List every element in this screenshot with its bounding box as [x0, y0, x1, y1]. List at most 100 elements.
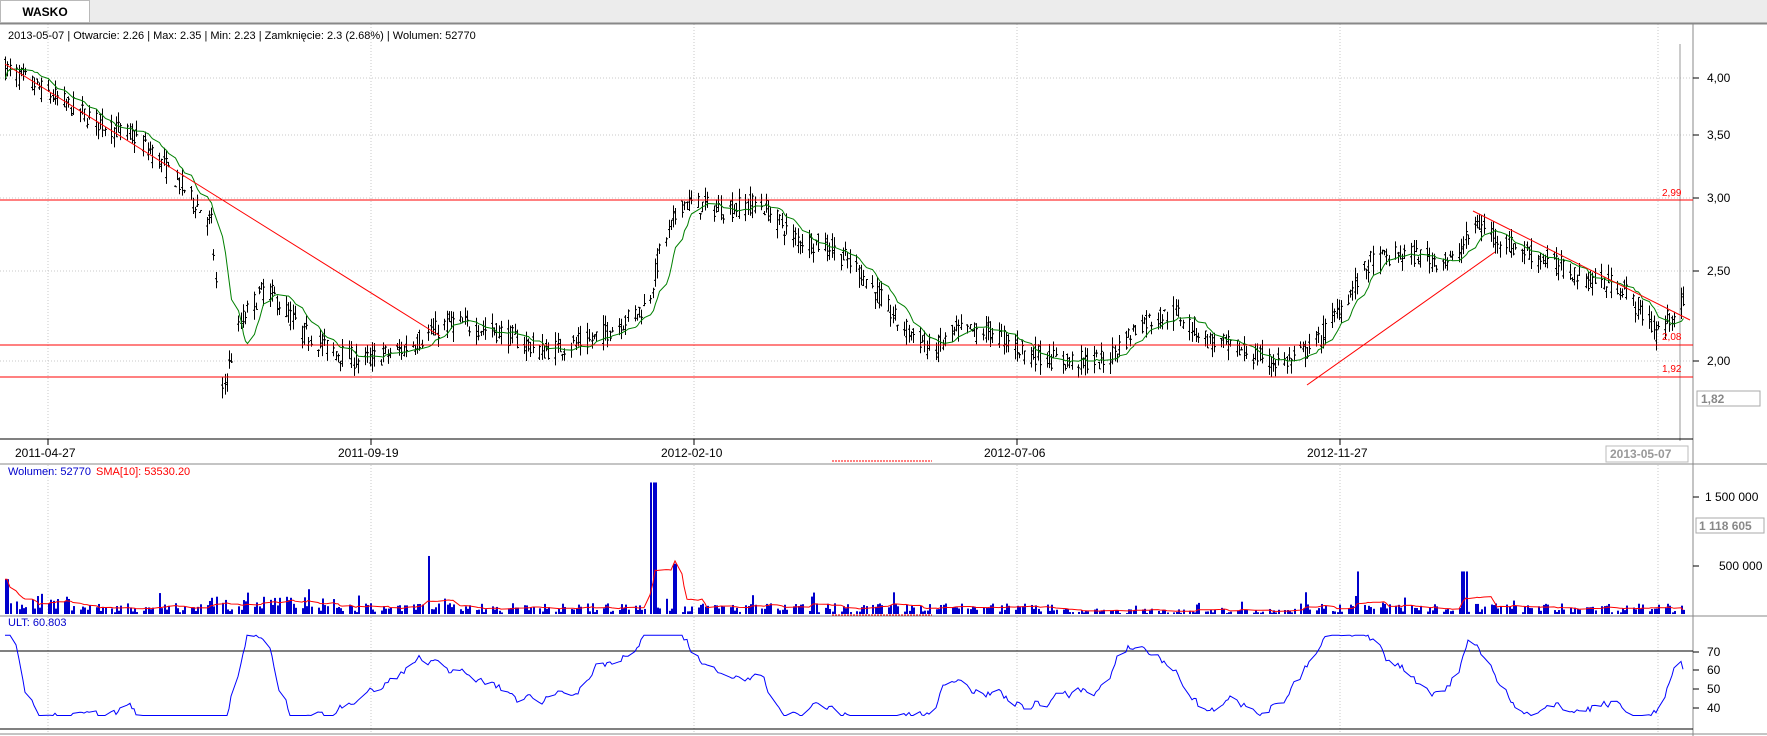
volume-bar [184, 606, 186, 614]
volume-bar [82, 606, 84, 614]
volume-bar [231, 609, 233, 614]
volume-bar [752, 595, 754, 614]
volume-bar [1051, 604, 1053, 614]
volume-bar [530, 607, 532, 614]
volume-bar [263, 596, 265, 614]
stock-chart[interactable]: 2013-05-07 | Otwarcie: 2.26 | Max: 2.35 … [0, 24, 1767, 736]
level-label-2.99: 2,99 [1662, 188, 1682, 199]
volume-bar [1357, 571, 1359, 614]
volume-bar [723, 606, 725, 614]
volume-bar [1341, 611, 1343, 614]
volume-bar [1497, 608, 1499, 614]
volume-bar [1414, 607, 1416, 614]
volume-bar [1126, 613, 1128, 614]
volume-bar [829, 608, 831, 614]
tab-bar: WASKO [0, 0, 1767, 23]
volume-bar [544, 603, 546, 614]
volume-bar [1466, 571, 1468, 614]
volume-bar [666, 598, 668, 614]
volume-bar [721, 606, 723, 614]
chart-frame: 2013-05-07 | Otwarcie: 2.26 | Max: 2.35 … [0, 23, 1767, 736]
volume-bar [84, 607, 86, 614]
volume-bar [404, 605, 406, 614]
volume-bar [1432, 610, 1434, 614]
volume-bar [610, 611, 612, 614]
volume-bar [528, 610, 530, 614]
volume-bar [1642, 604, 1644, 614]
volume-bar [241, 609, 243, 614]
volume-bar [555, 611, 557, 614]
volume-bar [225, 599, 227, 614]
volume-bar [227, 609, 229, 614]
volume-bar [1667, 603, 1669, 614]
volume-bar [417, 604, 419, 614]
tab-wasko[interactable]: WASKO [0, 0, 90, 22]
volume-bar [1380, 607, 1382, 614]
volume-bar [1275, 612, 1277, 614]
volume-bar [1570, 607, 1572, 614]
volume-bar [293, 603, 295, 614]
volume-bar [1019, 606, 1021, 614]
volume-bar [607, 603, 609, 614]
volume-bar [562, 603, 564, 614]
volume-bar [866, 606, 868, 614]
volume-bar [1626, 605, 1628, 614]
volume-bar [105, 607, 107, 614]
volume-bar [1178, 609, 1180, 614]
volume-bar [311, 606, 313, 614]
volume-bar [159, 593, 161, 614]
volume-bar [39, 607, 41, 614]
volume-bar [150, 609, 152, 614]
volume-bar [1373, 608, 1375, 614]
volume-bar [1339, 604, 1341, 614]
volume-bar [365, 603, 367, 614]
volume-bar [438, 603, 440, 614]
volume-bar [1654, 608, 1656, 614]
level-label-1.92: 1,92 [1662, 364, 1682, 375]
volume-bar [976, 609, 978, 614]
volume-bar [589, 611, 591, 614]
volume-bar [1158, 610, 1160, 614]
volume-bar [243, 600, 245, 614]
volume-bar [1056, 609, 1058, 614]
volume-bar [451, 607, 453, 614]
volume-bar [639, 605, 641, 614]
volume-bar [213, 606, 215, 614]
volume-bar [10, 603, 12, 614]
volume-bar [888, 607, 890, 614]
volume-bar [1094, 609, 1096, 614]
volume-bar [1325, 605, 1327, 614]
volume-bar [936, 609, 938, 614]
volume-bar [492, 606, 494, 614]
volume-bar [1078, 611, 1080, 614]
ult-tick-label: 40 [1707, 701, 1721, 715]
volume-bar [333, 599, 335, 614]
volume-bar [1481, 609, 1483, 614]
volume-bar [256, 602, 258, 614]
volume-bar [1506, 604, 1508, 614]
volume-bar [818, 612, 820, 614]
volume-bar [370, 603, 372, 614]
volume-bar [1624, 610, 1626, 614]
volume-bar [372, 609, 374, 614]
volume-bar [832, 611, 834, 614]
volume-bar [702, 603, 704, 614]
volume-bar [21, 604, 23, 614]
volume-bar [863, 605, 865, 614]
volume-bar [1253, 612, 1255, 614]
volume-bar [904, 611, 906, 614]
volume-bar [114, 612, 116, 614]
volume-bar [1300, 603, 1302, 614]
volume-bar [279, 597, 281, 614]
volume-bar [177, 608, 179, 614]
volume-bar [1427, 611, 1429, 614]
volume-bar [1210, 609, 1212, 614]
volume-bar [1198, 602, 1200, 614]
volume-bar [1271, 612, 1273, 614]
volume-bar [1309, 609, 1311, 614]
volume-bar [207, 605, 209, 614]
volume-bar [351, 605, 353, 614]
volume-bar [1318, 608, 1320, 614]
volume-bar [1545, 603, 1547, 614]
volume-bar [48, 603, 50, 614]
